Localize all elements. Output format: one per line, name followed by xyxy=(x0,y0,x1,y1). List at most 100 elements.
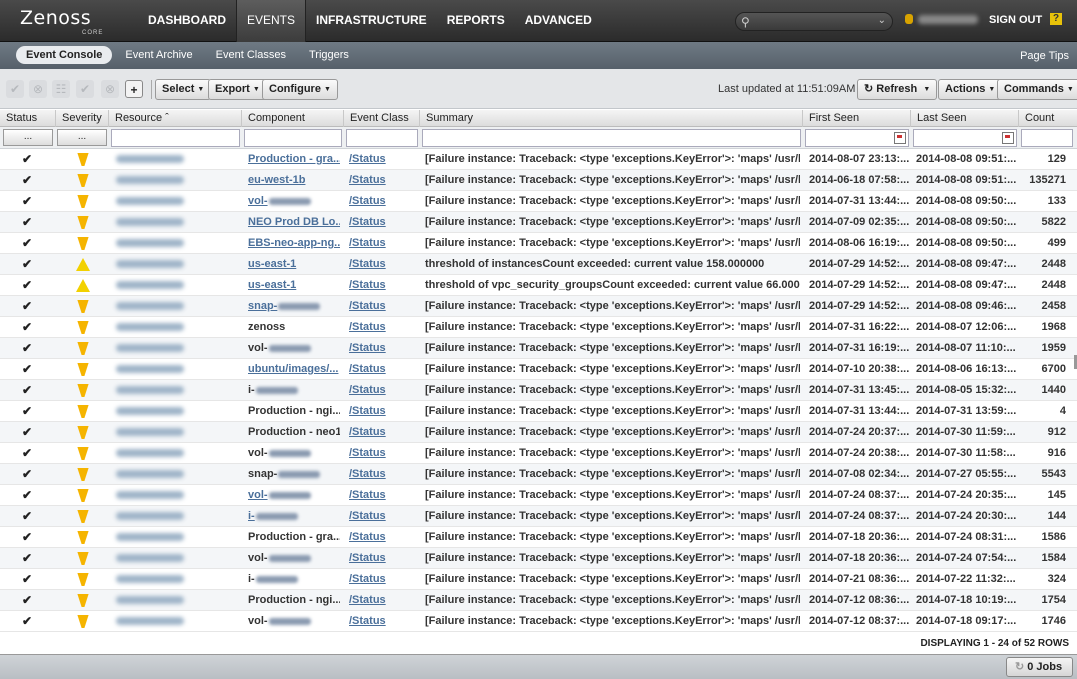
table-row[interactable]: ✔ vol- /Status [Failure instance: Traceback… xyxy=(0,443,1077,464)
event-class-link[interactable]: /Status xyxy=(349,443,419,464)
event-class-link[interactable]: /Status xyxy=(349,338,419,359)
table-row[interactable]: ✔ us-east-1/Status threshold of vpc_securi… xyxy=(0,275,1077,296)
summary-filter-input[interactable] xyxy=(422,129,801,147)
table-row[interactable]: ✔ vol- /Status [Failure instance: Traceback… xyxy=(0,191,1077,212)
event-class-link[interactable]: /Status xyxy=(349,464,419,485)
col-count[interactable]: Count xyxy=(1019,110,1077,127)
nav-infrastructure[interactable]: INFRASTRUCTURE xyxy=(306,0,437,42)
event-class-link[interactable]: /Status xyxy=(349,233,419,254)
event-class-link[interactable]: /Status xyxy=(349,485,419,506)
component-cell[interactable]: ubuntu/images/... xyxy=(248,359,340,380)
table-row[interactable]: ✔ Production - gra... /Status [Failure inst… xyxy=(0,149,1077,170)
component-cell[interactable]: Production - gra... xyxy=(248,149,340,170)
table-row[interactable]: ✔ i- /Status [Failure instance: Traceback: … xyxy=(0,569,1077,590)
event-class-link[interactable]: /Status xyxy=(349,401,419,422)
event-class-link[interactable]: /Status xyxy=(349,590,419,611)
component-cell[interactable]: us-east-1 xyxy=(248,254,340,275)
event-class-link[interactable]: /Status xyxy=(349,611,419,632)
col-component[interactable]: Component xyxy=(242,110,344,127)
resource-redacted[interactable] xyxy=(116,533,184,541)
resource-redacted[interactable] xyxy=(116,575,184,583)
table-row[interactable]: ✔ ubuntu/images/... /Status [Failure instan… xyxy=(0,359,1077,380)
resource-redacted[interactable] xyxy=(116,281,184,289)
resource-redacted[interactable] xyxy=(116,491,184,499)
resource-redacted[interactable] xyxy=(116,239,184,247)
table-row[interactable]: ✔ Production - gra... /Status [Failure inst… xyxy=(0,527,1077,548)
component-cell[interactable]: vol- xyxy=(248,485,340,506)
tab-event-archive[interactable]: Event Archive xyxy=(115,46,202,64)
export-menu-button[interactable]: Export ▼ xyxy=(208,79,267,100)
component-cell[interactable]: NEO Prod DB Lo... xyxy=(248,212,340,233)
jobs-button[interactable]: ↻0 Jobs ▼ xyxy=(1006,657,1073,677)
event-class-link[interactable]: /Status xyxy=(349,170,419,191)
table-row[interactable]: ✔ i- /Status [Failure instance: Traceback: … xyxy=(0,380,1077,401)
event-class-link[interactable]: /Status xyxy=(349,191,419,212)
reopen-icon[interactable]: ⊗ xyxy=(101,80,119,98)
refresh-button[interactable]: ↻ Refresh ▼ xyxy=(857,79,938,100)
col-summary[interactable]: Summary xyxy=(420,110,803,127)
resource-redacted[interactable] xyxy=(116,260,184,268)
unacknowledge-icon[interactable]: ✔ xyxy=(76,80,94,98)
reclassify-icon[interactable]: ☷ xyxy=(52,80,70,98)
nav-events[interactable]: EVENTS xyxy=(236,0,307,42)
table-row[interactable]: ✔ zenoss/Status [Failure instance: Traceba… xyxy=(0,317,1077,338)
event-class-link[interactable]: /Status xyxy=(349,506,419,527)
col-status[interactable]: Status xyxy=(0,110,56,127)
component-cell[interactable]: us-east-1 xyxy=(248,275,340,296)
add-event-icon[interactable]: + xyxy=(125,80,143,98)
event-class-link[interactable]: /Status xyxy=(349,317,419,338)
event-class-link[interactable]: /Status xyxy=(349,275,419,296)
component-cell[interactable]: eu-west-1b xyxy=(248,170,340,191)
tab-event-classes[interactable]: Event Classes xyxy=(206,46,296,64)
search-input[interactable]: ⚲ ⌄ xyxy=(735,12,893,31)
last-seen-filter-input[interactable] xyxy=(913,129,1017,147)
count-filter-input[interactable] xyxy=(1021,129,1073,147)
calendar-icon[interactable] xyxy=(894,132,906,144)
col-first-seen[interactable]: First Seen xyxy=(803,110,911,127)
event-class-link[interactable]: /Status xyxy=(349,380,419,401)
event-class-link[interactable]: /Status xyxy=(349,422,419,443)
table-row[interactable]: ✔ i- /Status [Failure instance: Traceback: … xyxy=(0,506,1077,527)
component-cell[interactable]: snap- xyxy=(248,296,340,317)
col-last-seen[interactable]: Last Seen xyxy=(911,110,1019,127)
nav-reports[interactable]: REPORTS xyxy=(437,0,515,42)
col-severity[interactable]: Severity xyxy=(56,110,109,127)
calendar-icon[interactable] xyxy=(1002,132,1014,144)
acknowledge-icon[interactable]: ✔ xyxy=(6,80,24,98)
table-row[interactable]: ✔ snap- /Status [Failure instance: Tracebac… xyxy=(0,296,1077,317)
event-class-link[interactable]: /Status xyxy=(349,212,419,233)
component-cell[interactable]: vol- xyxy=(248,191,340,212)
resource-redacted[interactable] xyxy=(116,428,184,436)
event-class-link[interactable]: /Status xyxy=(349,548,419,569)
event-class-link[interactable]: /Status xyxy=(349,527,419,548)
table-row[interactable]: ✔ vol- /Status [Failure instance: Traceback… xyxy=(0,548,1077,569)
resource-redacted[interactable] xyxy=(116,218,184,226)
col-event-class[interactable]: Event Class xyxy=(344,110,420,127)
resource-redacted[interactable] xyxy=(116,407,184,415)
status-filter-button[interactable]: ... xyxy=(3,129,53,146)
table-row[interactable]: ✔ Production - neo1/Status [Failure instan… xyxy=(0,422,1077,443)
event-class-link[interactable]: /Status xyxy=(349,149,419,170)
first-seen-filter-input[interactable] xyxy=(805,129,909,147)
close-event-icon[interactable]: ⊗ xyxy=(29,80,47,98)
tab-triggers[interactable]: Triggers xyxy=(299,46,359,64)
nav-dashboard[interactable]: DASHBOARD xyxy=(138,0,236,42)
event-class-filter-input[interactable] xyxy=(346,129,418,147)
resource-redacted[interactable] xyxy=(116,554,184,562)
resource-redacted[interactable] xyxy=(116,365,184,373)
resource-redacted[interactable] xyxy=(116,386,184,394)
component-filter-input[interactable] xyxy=(244,129,342,147)
table-row[interactable]: ✔ us-east-1/Status threshold of instancesC… xyxy=(0,254,1077,275)
table-row[interactable]: ✔ Production - ngi... /Status [Failure inst… xyxy=(0,401,1077,422)
table-row[interactable]: ✔ vol- /Status [Failure instance: Traceback… xyxy=(0,611,1077,632)
component-cell[interactable]: EBS-neo-app-ng... xyxy=(248,233,340,254)
resource-redacted[interactable] xyxy=(116,176,184,184)
select-menu-button[interactable]: Select ▼ xyxy=(155,79,212,100)
sign-out-link[interactable]: SIGN OUT xyxy=(989,14,1042,26)
nav-advanced[interactable]: ADVANCED xyxy=(515,0,602,42)
page-tips-link[interactable]: Page Tips xyxy=(1020,50,1069,62)
resource-redacted[interactable] xyxy=(116,512,184,520)
resource-redacted[interactable] xyxy=(116,197,184,205)
table-row[interactable]: ✔ EBS-neo-app-ng... /Status [Failure instan… xyxy=(0,233,1077,254)
col-resource[interactable]: Resource ˆ xyxy=(109,110,242,127)
